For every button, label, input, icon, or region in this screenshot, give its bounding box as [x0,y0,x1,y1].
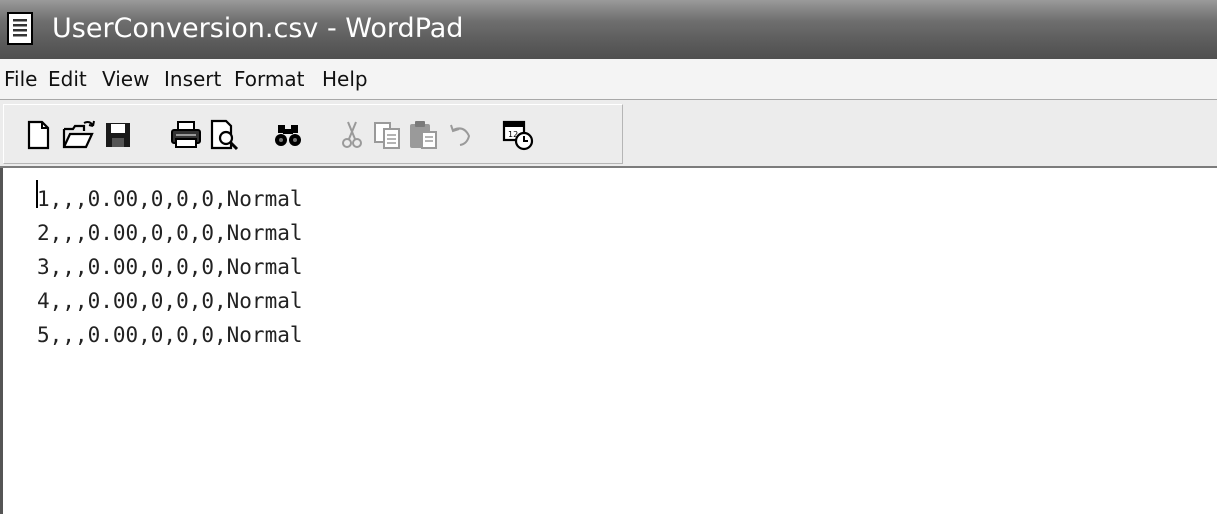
menu-bar: File Edit View Insert Format Help [0,59,1217,100]
window-title: UserConversion.csv - WordPad [52,13,464,44]
print-icon[interactable] [168,117,204,153]
menu-edit[interactable]: Edit [46,65,89,93]
open-icon[interactable] [60,117,96,153]
wordpad-document-icon[interactable] [6,12,36,46]
copy-icon[interactable] [370,117,406,153]
document-text[interactable]: 1,,,0.00,0,0,0,Normal 2,,,0.00,0,0,0,Nor… [37,182,303,352]
find-icon[interactable] [270,117,306,153]
text-caret [36,180,38,208]
title-bar[interactable]: UserConversion.csv - WordPad [0,0,1217,59]
print-preview-icon[interactable] [206,117,242,153]
document-line[interactable]: 3,,,0.00,0,0,0,Normal [37,250,303,284]
undo-icon[interactable] [442,117,478,153]
save-icon[interactable] [100,117,136,153]
document-line[interactable]: 5,,,0.00,0,0,0,Normal [37,318,303,352]
menu-insert[interactable]: Insert [162,65,223,93]
document-line[interactable]: 4,,,0.00,0,0,0,Normal [37,284,303,318]
menu-view[interactable]: View [100,65,151,93]
document-area[interactable]: 1,,,0.00,0,0,0,Normal 2,,,0.00,0,0,0,Nor… [0,168,1217,514]
cut-icon[interactable] [334,117,370,153]
date-time-icon[interactable]: 12 [500,117,536,153]
menu-file[interactable]: File [2,65,39,93]
new-icon[interactable] [20,117,56,153]
menu-help[interactable]: Help [320,65,370,93]
document-line[interactable]: 1,,,0.00,0,0,0,Normal [37,182,303,216]
document-line[interactable]: 2,,,0.00,0,0,0,Normal [37,216,303,250]
standard-toolbar: 12 [3,104,623,164]
toolbar-row: 12 [0,100,1217,168]
menu-format[interactable]: Format [232,65,306,93]
paste-icon[interactable] [406,117,442,153]
